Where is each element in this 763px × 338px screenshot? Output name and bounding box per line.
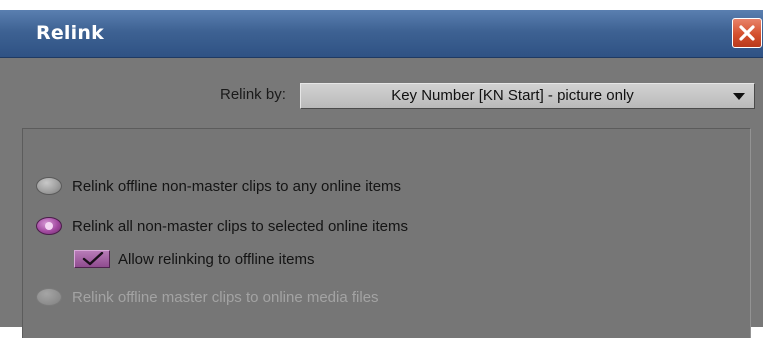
close-icon: [739, 25, 755, 41]
option-label: Relink offline non-master clips to any o…: [72, 177, 402, 195]
option-label: Relink all non-master clips to selected …: [72, 217, 408, 235]
relink-by-dropdown[interactable]: Key Number [KN Start] - picture only: [300, 83, 755, 109]
radio-relink-offline-master: [36, 288, 62, 306]
option-relink-all-non-master[interactable]: Relink all non-master clips to selected …: [36, 215, 408, 237]
checkbox-label: Allow relinking to offline items: [118, 250, 315, 268]
title-bar[interactable]: Relink: [0, 10, 763, 58]
radio-relink-offline-non-master[interactable]: [36, 177, 62, 195]
allow-relinking-offline-checkbox-row[interactable]: Allow relinking to offline items: [74, 248, 314, 270]
option-label: Relink offline master clips to online me…: [72, 288, 379, 306]
relink-by-label: Relink by:: [220, 86, 286, 103]
radio-relink-all-non-master[interactable]: [36, 217, 62, 235]
option-relink-offline-master: Relink offline master clips to online me…: [36, 286, 379, 308]
close-button[interactable]: [732, 18, 762, 48]
checkmark-icon: [82, 252, 104, 266]
dialog-body: Relink by: Key Number [KN Start] - pictu…: [0, 58, 763, 338]
chevron-down-icon: [733, 93, 745, 100]
allow-relinking-offline-checkbox[interactable]: [74, 250, 110, 268]
top-margin: [0, 0, 763, 10]
relink-by-selected-value: Key Number [KN Start] - picture only: [391, 87, 634, 104]
relink-dialog: Relink Relink by: Key Number [KN Start] …: [0, 0, 763, 338]
option-relink-offline-non-master[interactable]: Relink offline non-master clips to any o…: [36, 175, 401, 197]
dialog-title: Relink: [36, 22, 104, 44]
